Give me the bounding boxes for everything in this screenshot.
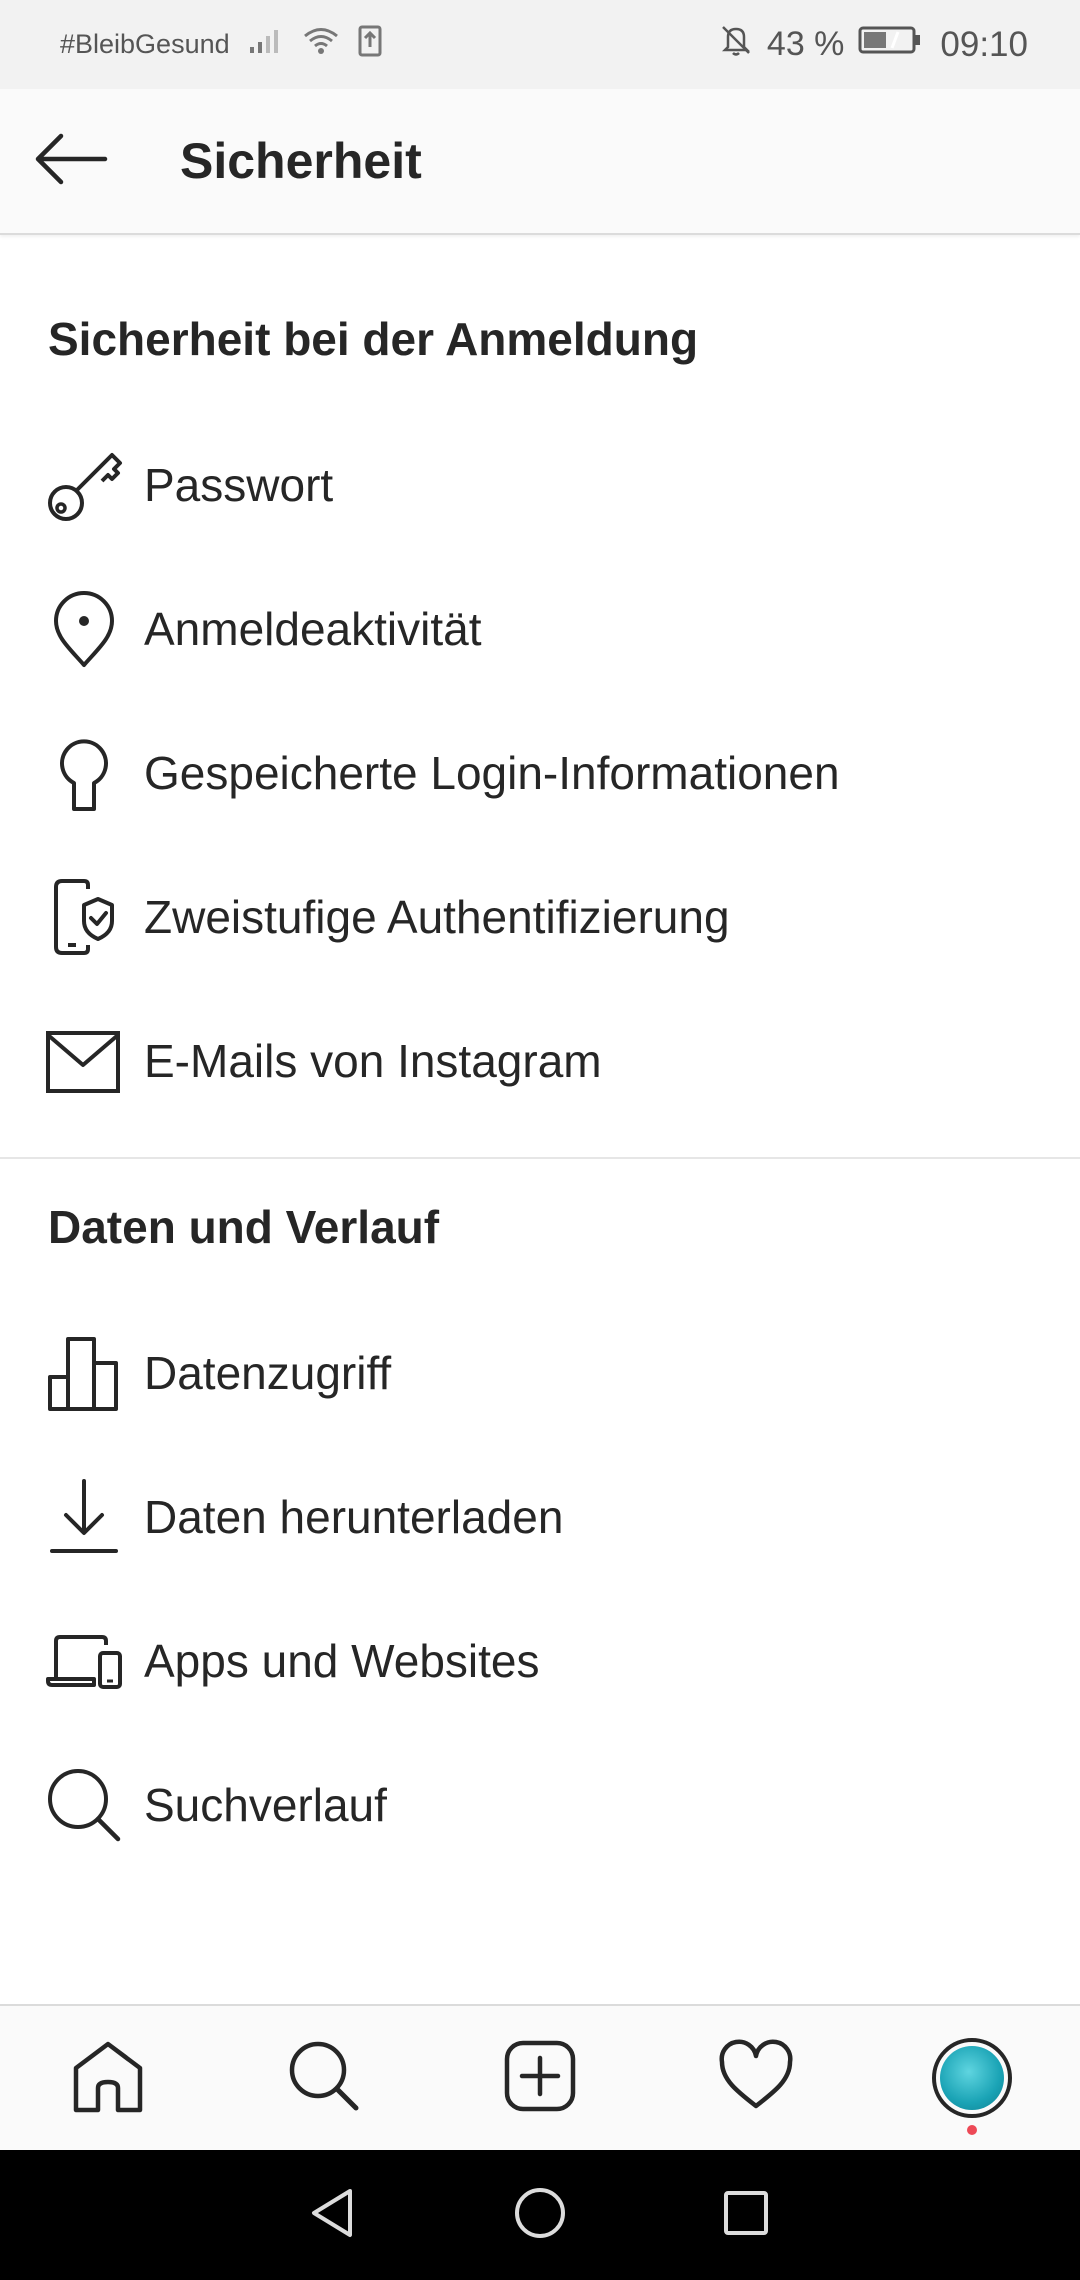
menu-item-emails-from-instagram[interactable]: E-Mails von Instagram xyxy=(0,989,1080,1133)
nav-activity[interactable] xyxy=(691,2013,821,2143)
section-title-data-history: Daten und Verlauf xyxy=(48,1201,440,1253)
menu-item-password[interactable]: Passwort xyxy=(0,413,1080,557)
app-header: Sicherheit xyxy=(0,89,1080,235)
home-circle-icon[interactable] xyxy=(512,2185,568,2246)
nav-home[interactable] xyxy=(43,2013,173,2143)
bottom-navigation xyxy=(0,2004,1080,2150)
status-left: #BleibGesund xyxy=(60,25,382,64)
section-title-login-security: Sicherheit bei der Anmeldung xyxy=(48,313,699,365)
location-pin-icon xyxy=(44,589,124,669)
menu-item-download-data[interactable]: Daten herunterladen xyxy=(0,1445,1080,1589)
home-icon xyxy=(70,2038,146,2119)
search-icon xyxy=(286,2038,362,2119)
profile-avatar-ring xyxy=(932,2038,1012,2118)
activity-heart-icon xyxy=(718,2038,794,2119)
data-transfer-icon xyxy=(358,25,382,64)
menu-item-label: Daten herunterladen xyxy=(144,1491,564,1543)
new-post-icon xyxy=(502,2038,578,2119)
key-icon xyxy=(44,445,124,525)
wifi-icon xyxy=(302,26,340,63)
bar-chart-icon xyxy=(44,1333,124,1413)
menu-item-label: Apps und Websites xyxy=(144,1635,540,1687)
mute-bell-icon xyxy=(719,23,753,66)
back-triangle-icon[interactable] xyxy=(306,2185,362,2246)
back-arrow-icon xyxy=(33,131,109,192)
menu-item-label: Zweistufige Authentifizierung xyxy=(144,891,730,943)
nav-profile[interactable] xyxy=(907,2013,1037,2143)
menu-item-label: E-Mails von Instagram xyxy=(144,1035,602,1087)
download-icon xyxy=(44,1477,124,1557)
section-divider xyxy=(0,1157,1080,1159)
menu-item-label: Anmeldeaktivität xyxy=(144,603,482,655)
nav-search[interactable] xyxy=(259,2013,389,2143)
clock: 09:10 xyxy=(940,24,1028,64)
back-button[interactable] xyxy=(16,88,126,234)
signal-icon xyxy=(248,27,284,62)
menu-item-label: Suchverlauf xyxy=(144,1779,387,1831)
mail-icon xyxy=(44,1021,124,1101)
menu-item-apps-and-websites[interactable]: Apps und Websites xyxy=(0,1589,1080,1733)
battery-percent: 43 % xyxy=(766,25,845,63)
search-icon xyxy=(44,1765,124,1845)
menu-item-saved-login-info[interactable]: Gespeicherte Login-Informationen xyxy=(0,701,1080,845)
menu-item-login-activity[interactable]: Anmeldeaktivität xyxy=(0,557,1080,701)
menu-item-search-history[interactable]: Suchverlauf xyxy=(0,1733,1080,1877)
menu-item-label: Passwort xyxy=(144,459,334,511)
notification-dot xyxy=(967,2125,977,2135)
security-settings-screen: #BleibGesund 43 % 09:10 Sicherheit Siche… xyxy=(0,0,1080,2280)
phone-shield-icon xyxy=(44,877,124,957)
page-title: Sicherheit xyxy=(180,133,422,189)
menu-item-label: Datenzugriff xyxy=(144,1347,392,1399)
battery-icon xyxy=(858,24,922,65)
devices-icon xyxy=(44,1621,124,1701)
system-navigation-bar xyxy=(0,2150,1080,2280)
menu-item-two-factor-auth[interactable]: Zweistufige Authentifizierung xyxy=(0,845,1080,989)
status-right: 43 % 09:10 xyxy=(719,23,1028,66)
menu-item-label: Gespeicherte Login-Informationen xyxy=(144,747,840,799)
status-bar: #BleibGesund 43 % 09:10 xyxy=(0,0,1080,89)
recents-square-icon[interactable] xyxy=(718,2185,774,2246)
menu-item-data-access[interactable]: Datenzugriff xyxy=(0,1301,1080,1445)
nav-new-post[interactable] xyxy=(475,2013,605,2143)
carrier-text: #BleibGesund xyxy=(60,29,230,59)
keyhole-icon xyxy=(44,733,124,813)
profile-avatar xyxy=(940,2046,1004,2110)
